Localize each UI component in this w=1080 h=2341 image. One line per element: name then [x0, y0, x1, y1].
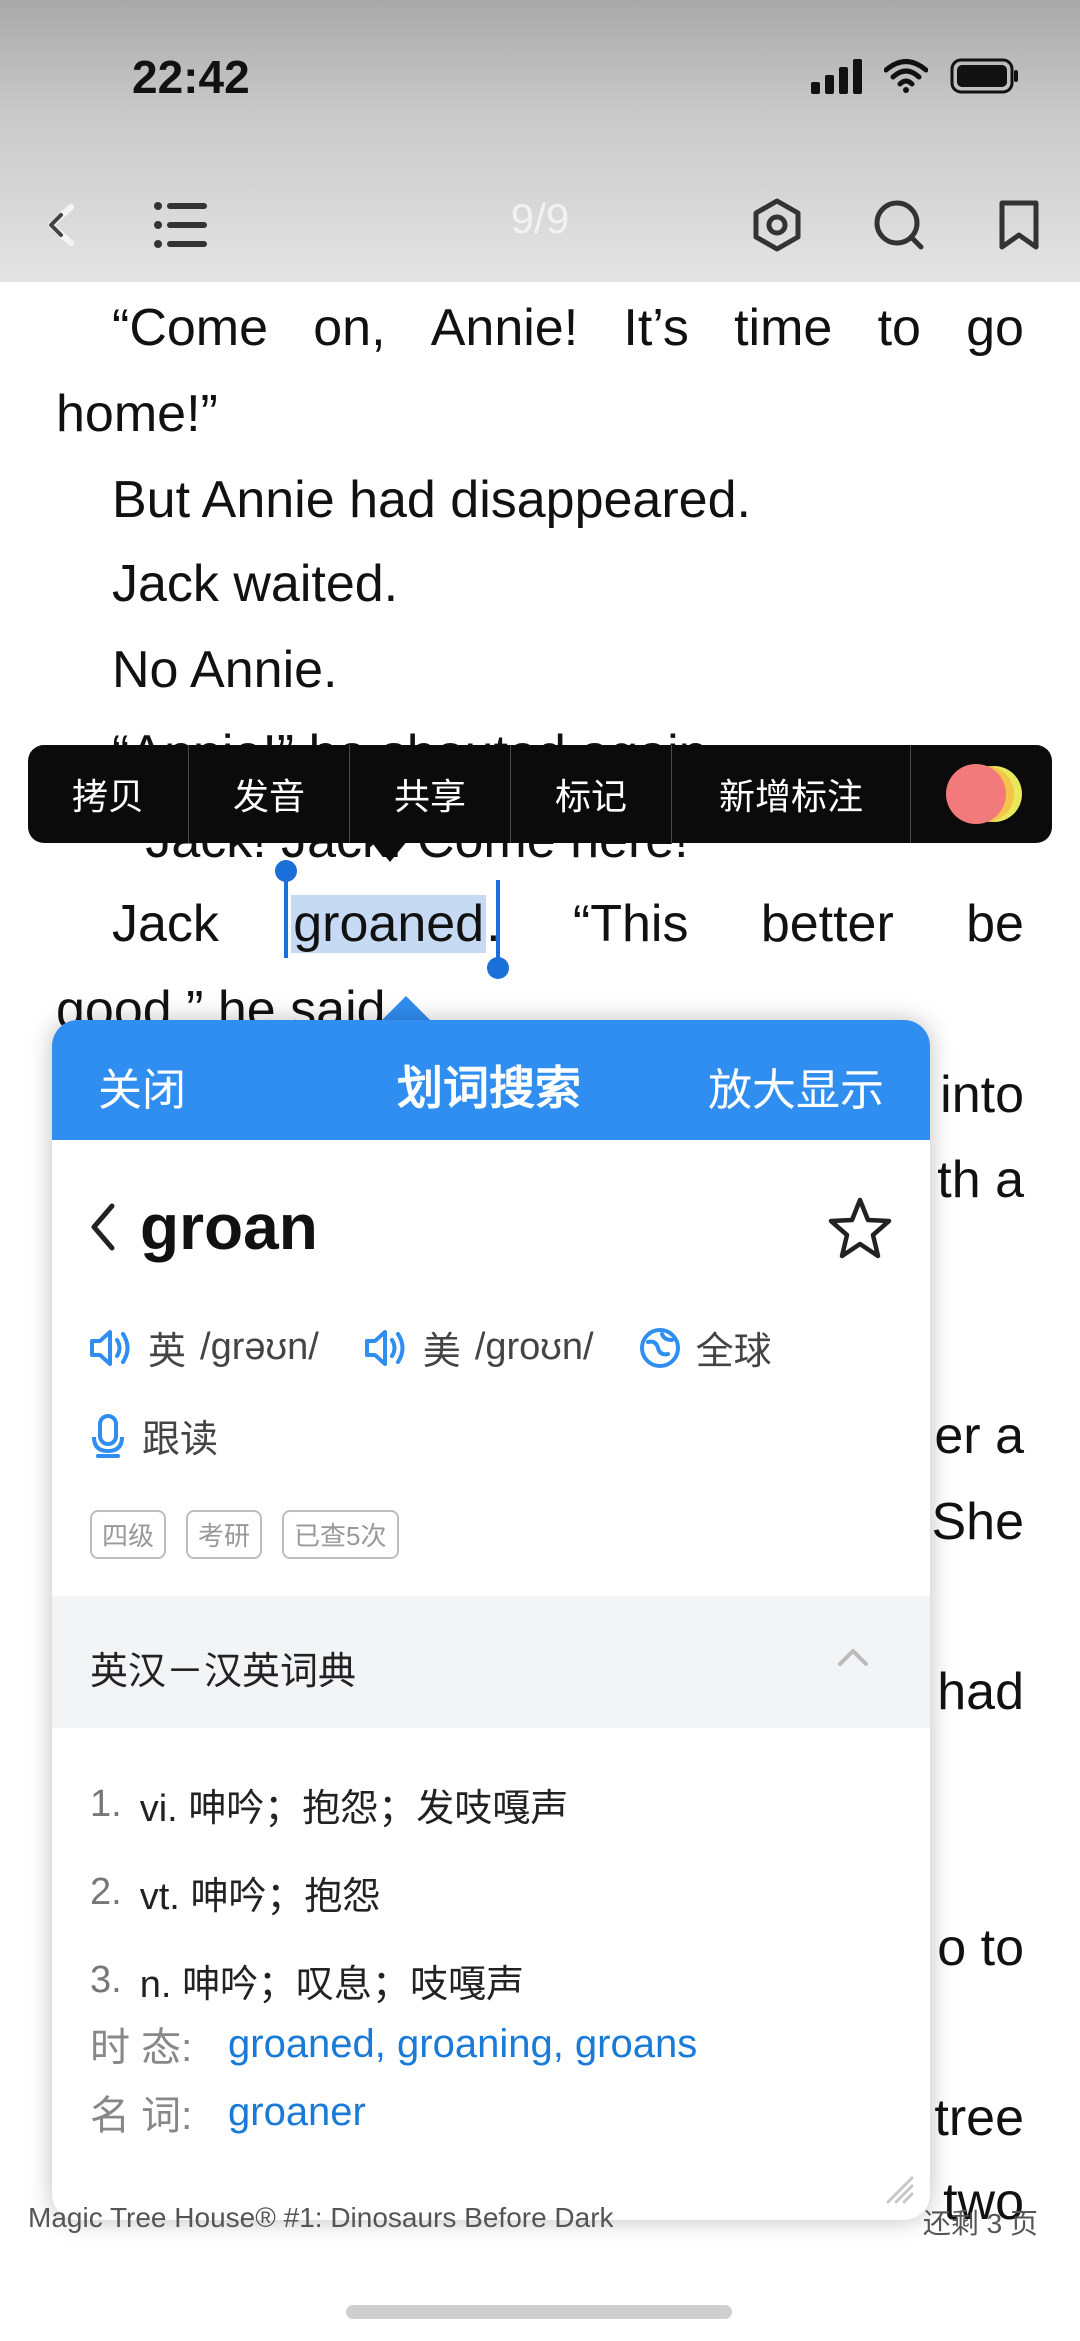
dictionary-section-header[interactable]: 英汉－汉英词典: [52, 1596, 930, 1728]
selection-end-handle[interactable]: [487, 957, 509, 979]
headword-row: groan: [88, 1190, 318, 1264]
tag-cet4: 四级: [90, 1510, 167, 1559]
global-pronunciation[interactable]: 全球: [638, 1320, 772, 1375]
popup-title: 划词搜索: [397, 1062, 581, 1114]
pages-remaining: 还剩 3 页: [922, 2208, 1038, 2239]
menu-mark[interactable]: 标记: [511, 745, 672, 843]
chevron-left-icon[interactable]: [88, 1202, 118, 1252]
text-line-5: No Annie.: [112, 641, 338, 699]
uk-pronunciation[interactable]: 英 /ɡrəʊn/: [88, 1320, 319, 1375]
menu-copy[interactable]: 拷贝: [28, 745, 189, 843]
speaker-icon: [90, 1329, 130, 1366]
chevron-up-icon: [838, 1649, 868, 1666]
menu-share[interactable]: 共享: [350, 745, 511, 843]
tense-forms-link[interactable]: groaned, groaning, groans: [228, 2022, 697, 2067]
popup-header: 关闭 划词搜索 放大显示: [52, 1020, 930, 1140]
context-menu-pointer: [372, 840, 408, 862]
cellular-signal-icon: [811, 58, 862, 94]
popup-pointer: [380, 996, 432, 1022]
resize-handle-icon[interactable]: [882, 2172, 916, 2206]
home-indicator[interactable]: [346, 2305, 732, 2319]
dictionary-name: 英汉－汉英词典: [90, 1651, 357, 1693]
wifi-icon: [884, 59, 928, 93]
favorite-star-icon[interactable]: [828, 1196, 892, 1260]
color-circles-icon: [945, 764, 1022, 824]
text-line-2: home!”: [56, 385, 218, 443]
tag-postgrad: 考研: [186, 1510, 263, 1559]
tense-forms: 时 态: groaned, groaning, groans: [90, 2021, 698, 2071]
menu-add-note[interactable]: 新增标注: [672, 745, 911, 843]
noun-form-link[interactable]: groaner: [228, 2090, 366, 2135]
tag-lookup-count: 已查5次: [282, 1510, 399, 1559]
zoom-button[interactable]: 放大显示: [708, 1054, 884, 1118]
follow-read-button[interactable]: 跟读: [88, 1408, 218, 1463]
word-forms: 时 态: groaned, groaning, groans 名 词: groa…: [90, 2010, 697, 2146]
menu-pronounce[interactable]: 发音: [189, 745, 350, 843]
status-icons: [811, 58, 1020, 94]
globe-icon: [639, 1327, 680, 1368]
word-tags: 四级 考研 已查5次: [90, 1510, 399, 1559]
selection-end-bar: [496, 880, 500, 960]
microphone-icon: [92, 1413, 124, 1458]
headword: groan: [140, 1191, 318, 1263]
us-pronunciation[interactable]: 美 /ɡroʊn/: [363, 1320, 594, 1375]
selection-context-menu: 拷贝 发音 共享 标记 新增标注: [28, 745, 1052, 843]
page-count: 9/9: [510, 195, 570, 242]
definition-item: 2. vt. 呻吟；抱怨: [90, 1870, 381, 1918]
status-time: 22:42: [132, 51, 250, 103]
pronunciation-row: 英 /ɡrəʊn/ 美 /ɡroʊn/ 全球: [88, 1320, 816, 1375]
dictionary-popup: 关闭 划词搜索 放大显示 groan 英 /ɡrəʊn/ 美 /ɡroʊn/ 全…: [52, 1020, 930, 2220]
text-line-8: Jack groaned. “This better be: [112, 895, 1024, 953]
definitions-list: 1. vi. 呻吟；抱怨；发吱嘎声 2. vt. 呻吟；抱怨 3. n. 呻吟；…: [90, 1760, 910, 2024]
noun-form: 名 词: groaner: [90, 2089, 366, 2139]
highlight-color-picker[interactable]: [911, 745, 1052, 843]
text-line-3: But Annie had disappeared.: [112, 471, 751, 529]
reader-footer: Magic Tree House® #1: Dinosaurs Before D…: [28, 2202, 1038, 2248]
battery-icon: [950, 58, 1018, 94]
selection-start-bar: [284, 870, 288, 958]
book-title: Magic Tree House® #1: Dinosaurs Before D…: [28, 2202, 614, 2233]
definition-item: 1. vi. 呻吟；抱怨；发吱嘎声: [90, 1782, 569, 1830]
text-line-1: “Come on, Annie! It’s time to go: [112, 299, 1024, 357]
close-button[interactable]: 关闭: [98, 1054, 186, 1118]
text-line-4: Jack waited.: [112, 555, 399, 613]
selected-word[interactable]: groaned: [291, 895, 487, 953]
top-bar: 22:42 9/9: [0, 0, 1080, 282]
speaker-icon: [364, 1329, 405, 1366]
